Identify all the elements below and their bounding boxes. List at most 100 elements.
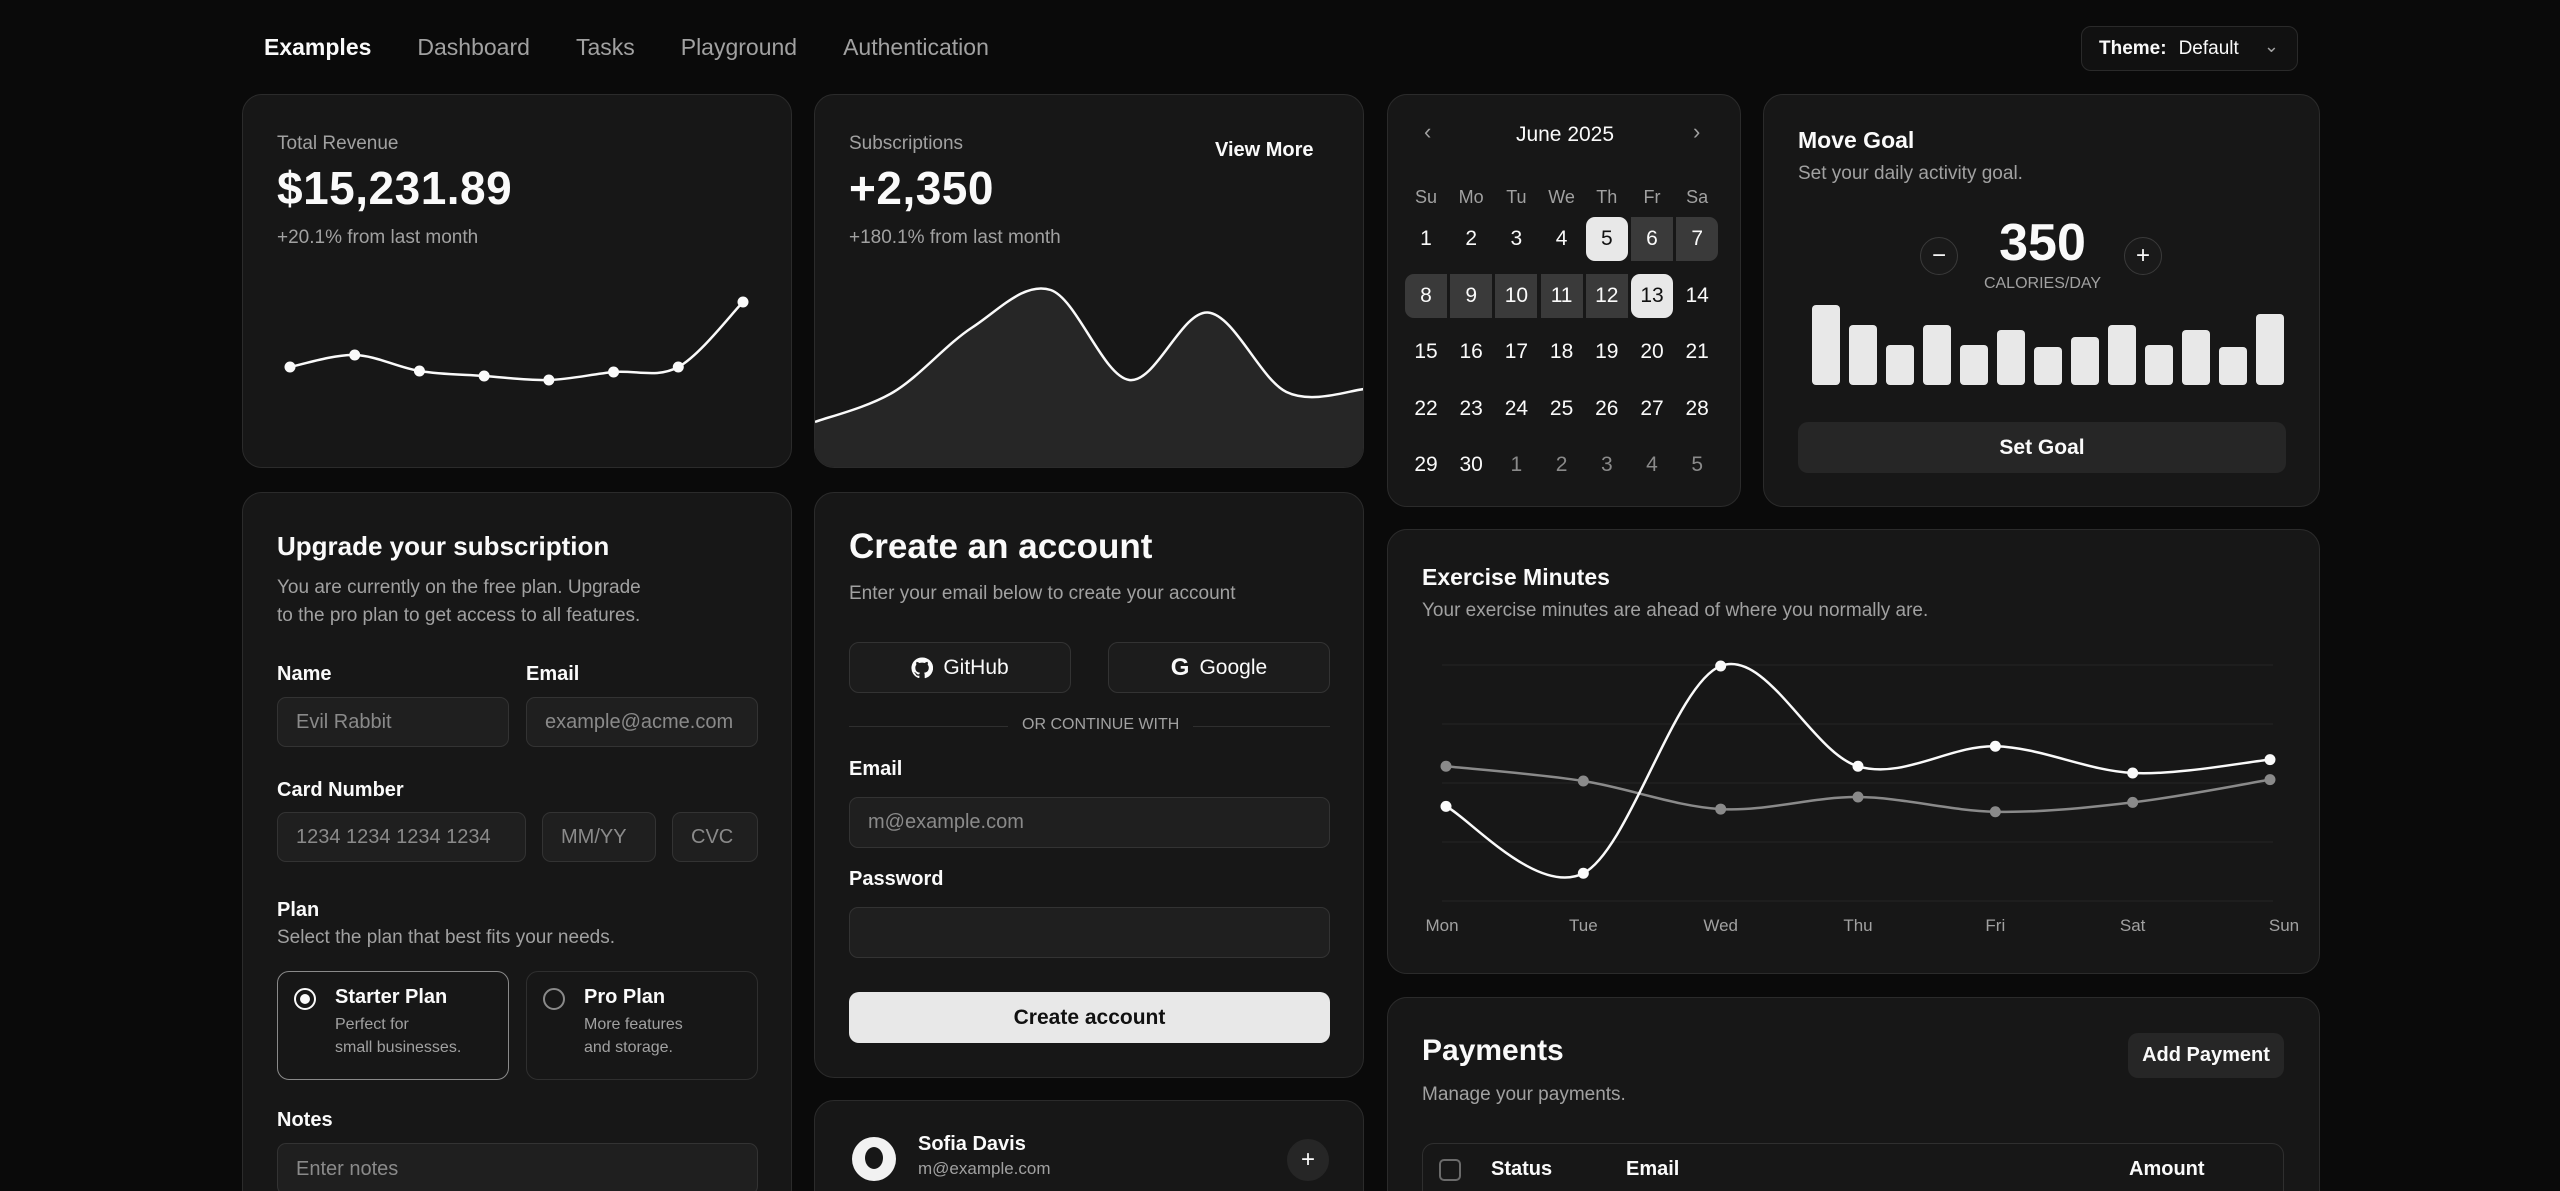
chevron-right-icon[interactable]: › bbox=[1693, 119, 1700, 145]
select-all-checkbox[interactable] bbox=[1439, 1159, 1461, 1181]
exercise-series-1-point-1 bbox=[1577, 775, 1589, 787]
x-tick-thu: Thu bbox=[1843, 916, 1872, 935]
calendar-day-4[interactable]: 4 bbox=[1541, 217, 1583, 261]
calendar-day-6[interactable]: 6 bbox=[1631, 217, 1673, 261]
goal-value: 350 bbox=[1999, 214, 2086, 272]
calendar-day-9[interactable]: 9 bbox=[1450, 273, 1493, 318]
calendar-day-26[interactable]: 26 bbox=[1586, 387, 1628, 431]
nav-examples[interactable]: Examples bbox=[264, 34, 371, 61]
calendar-day-17[interactable]: 17 bbox=[1495, 330, 1537, 374]
exercise-series-1-point-4 bbox=[1989, 806, 2001, 818]
calendar-day-25[interactable]: 25 bbox=[1541, 387, 1583, 431]
create-account-card: Create an account Enter your email below… bbox=[814, 492, 1364, 1078]
account-email-input[interactable]: m@example.com bbox=[849, 797, 1330, 848]
x-tick-tue: Tue bbox=[1569, 916, 1598, 935]
name-input[interactable]: Evil Rabbit bbox=[277, 697, 509, 747]
exercise-series-0-point-2 bbox=[1715, 660, 1727, 672]
calendar-day-2[interactable]: 2 bbox=[1450, 217, 1492, 261]
nav-playground[interactable]: Playground bbox=[681, 34, 797, 61]
nav-tasks[interactable]: Tasks bbox=[576, 34, 635, 61]
calendar-day-18[interactable]: 18 bbox=[1541, 330, 1583, 374]
goal-bar-3 bbox=[1923, 324, 1952, 385]
x-tick-fri: Fri bbox=[1985, 916, 2005, 935]
calendar-day-7[interactable]: 7 bbox=[1676, 217, 1719, 261]
pro-plan-name: Pro Plan bbox=[584, 986, 666, 1008]
add-payment-button[interactable]: Add Payment bbox=[2128, 1033, 2284, 1078]
calendar-day-14[interactable]: 14 bbox=[1676, 274, 1718, 318]
plan-option-pro[interactable]: Pro Plan More features and storage. bbox=[526, 971, 758, 1080]
goal-bar-10 bbox=[2181, 329, 2210, 385]
upgrade-title: Upgrade your subscription bbox=[277, 531, 610, 561]
column-email[interactable]: Email bbox=[1626, 1158, 1679, 1181]
goal-bar-8 bbox=[2107, 324, 2136, 385]
pro-plan-radio[interactable] bbox=[543, 988, 565, 1010]
password-input[interactable] bbox=[849, 907, 1330, 958]
goal-bar-12 bbox=[2255, 314, 2284, 385]
card-number-input[interactable]: 1234 1234 1234 1234 bbox=[277, 812, 526, 862]
goal-unit: CALORIES/DAY bbox=[1983, 275, 2102, 292]
calendar-day-next-4[interactable]: 4 bbox=[1631, 443, 1673, 487]
column-amount[interactable]: Amount bbox=[2129, 1158, 2205, 1181]
calendar-day-next-2[interactable]: 2 bbox=[1541, 443, 1583, 487]
notes-input[interactable]: Enter notes bbox=[277, 1143, 758, 1191]
theme-select[interactable]: Theme: Default ⌄ bbox=[2081, 26, 2298, 71]
calendar-day-10[interactable]: 10 bbox=[1495, 273, 1538, 318]
revenue-point-7 bbox=[737, 296, 749, 308]
exercise-series-1-point-6 bbox=[2264, 774, 2276, 786]
calendar-day-11[interactable]: 11 bbox=[1540, 273, 1583, 318]
exercise-series-0-point-6 bbox=[2264, 754, 2276, 766]
cvc-input[interactable]: CVC bbox=[672, 812, 758, 862]
calendar-day-16[interactable]: 16 bbox=[1450, 330, 1492, 374]
increase-goal-button[interactable]: + bbox=[2124, 237, 2162, 275]
weekday-mo: Mo bbox=[1458, 186, 1484, 207]
weekday-fr: Fr bbox=[1643, 186, 1661, 207]
google-label: Google bbox=[1199, 655, 1268, 679]
x-tick-sun: Sun bbox=[2269, 916, 2299, 935]
calendar-day-13[interactable]: 13 bbox=[1631, 273, 1673, 318]
goal-bar-11 bbox=[2218, 347, 2247, 385]
exercise-series-0-point-3 bbox=[1852, 760, 1864, 772]
calendar-day-30[interactable]: 30 bbox=[1450, 443, 1492, 487]
calendar-day-next-1[interactable]: 1 bbox=[1495, 443, 1537, 487]
calendar-day-22[interactable]: 22 bbox=[1405, 387, 1447, 431]
calendar-day-21[interactable]: 21 bbox=[1676, 330, 1718, 374]
goal-bar-2 bbox=[1886, 344, 1915, 385]
calendar-day-12[interactable]: 12 bbox=[1585, 273, 1628, 318]
name-label: Name bbox=[277, 663, 332, 685]
calendar-day-29[interactable]: 29 bbox=[1405, 443, 1447, 487]
nav-dashboard[interactable]: Dashboard bbox=[417, 34, 530, 61]
add-member-button[interactable]: + bbox=[1287, 1139, 1329, 1181]
create-account-button[interactable]: Create account bbox=[849, 992, 1330, 1043]
calendar-day-24[interactable]: 24 bbox=[1495, 387, 1537, 431]
goal-bar-4 bbox=[1960, 344, 1989, 385]
expiry-input[interactable]: MM/YY bbox=[542, 812, 656, 862]
goal-bar-6 bbox=[2034, 347, 2062, 385]
column-status[interactable]: Status bbox=[1491, 1158, 1552, 1181]
calendar-day-23[interactable]: 23 bbox=[1450, 387, 1492, 431]
calendar-day-8[interactable]: 8 bbox=[1405, 273, 1447, 318]
card-number-label: Card Number bbox=[277, 779, 404, 801]
plan-option-starter[interactable]: Starter Plan Perfect for small businesse… bbox=[277, 971, 509, 1080]
weekday-sa: Sa bbox=[1686, 186, 1709, 207]
goal-description: Set your daily activity goal. bbox=[1798, 163, 2023, 184]
payments-description: Manage your payments. bbox=[1422, 1084, 1626, 1105]
starter-plan-radio[interactable] bbox=[294, 988, 316, 1010]
calendar-day-19[interactable]: 19 bbox=[1586, 330, 1628, 374]
calendar-day-27[interactable]: 27 bbox=[1631, 387, 1673, 431]
email-input[interactable]: example@acme.com bbox=[526, 697, 758, 747]
calendar-day-15[interactable]: 15 bbox=[1405, 330, 1447, 374]
calendar-day-3[interactable]: 3 bbox=[1495, 217, 1537, 261]
account-email-label: Email bbox=[849, 758, 903, 780]
weekday-su: Su bbox=[1414, 186, 1438, 207]
calendar-day-next-3[interactable]: 3 bbox=[1586, 443, 1628, 487]
github-icon bbox=[911, 656, 934, 679]
set-goal-button[interactable]: Set Goal bbox=[1798, 422, 2286, 473]
nav-authentication[interactable]: Authentication bbox=[843, 34, 989, 61]
calendar-day-20[interactable]: 20 bbox=[1631, 330, 1673, 374]
calendar-day-28[interactable]: 28 bbox=[1676, 387, 1718, 431]
calendar-day-5[interactable]: 5 bbox=[1585, 217, 1628, 261]
calendar-day-next-5[interactable]: 5 bbox=[1676, 443, 1718, 487]
google-button[interactable]: G Google bbox=[1108, 642, 1330, 693]
github-button[interactable]: GitHub bbox=[849, 642, 1071, 693]
calendar-day-1[interactable]: 1 bbox=[1405, 217, 1447, 261]
